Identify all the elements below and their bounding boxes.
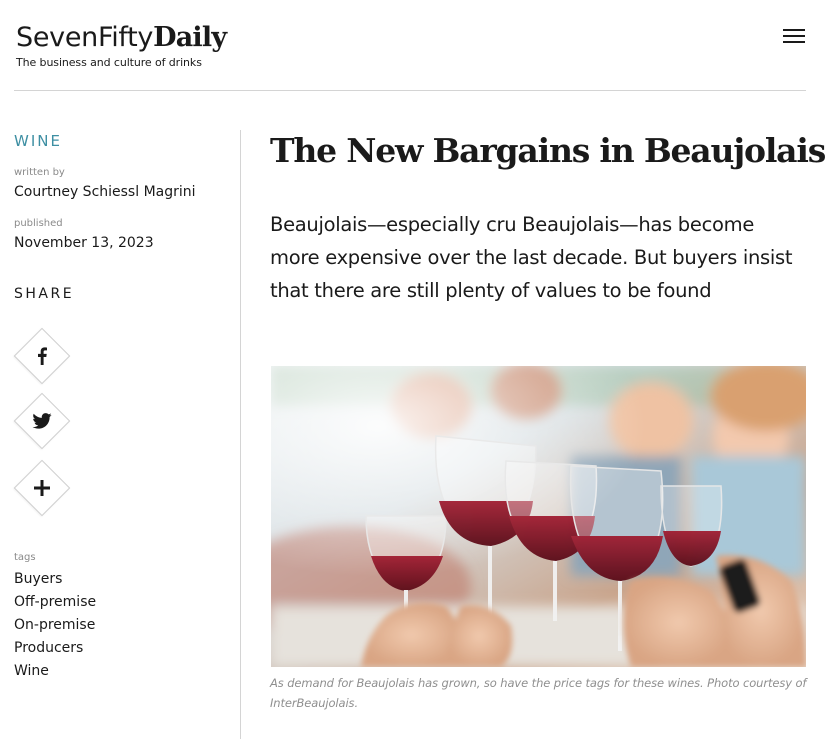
share-more-button[interactable] [13, 459, 71, 517]
tag-link[interactable]: Off-premise [14, 593, 96, 616]
tag-link[interactable]: Producers [14, 639, 96, 662]
share-twitter-button[interactable] [13, 392, 71, 450]
share-heading: SHARE [14, 286, 75, 302]
menu-bar [783, 41, 805, 43]
tag-link[interactable]: On-premise [14, 616, 96, 639]
tags-list: Buyers Off-premise On-premise Producers … [14, 570, 96, 685]
hamburger-menu-icon[interactable] [780, 26, 808, 46]
sidebar-divider [240, 130, 241, 739]
header-divider [14, 90, 806, 91]
twitter-icon [20, 399, 64, 443]
article-dek: Beaujolais—especially cru Beaujolais—has… [270, 213, 793, 302]
menu-bar [783, 35, 805, 37]
site-header: SevenFifty Daily The business and culture… [0, 0, 832, 91]
tag-link[interactable]: Wine [14, 662, 96, 685]
share-facebook-button[interactable] [13, 327, 71, 385]
published-date: November 13, 2023 [14, 235, 154, 251]
category-link[interactable]: WINE [14, 132, 234, 150]
facebook-icon [20, 334, 64, 378]
logo-tagline: The business and culture of drinks [16, 56, 202, 69]
logo-wordmark: SevenFifty Daily [16, 22, 227, 53]
wine-toast-photo [271, 366, 806, 667]
tags-label: tags [14, 552, 36, 563]
hero-image [271, 366, 806, 667]
author-name[interactable]: Courtney Schiessl Magrini [14, 184, 196, 200]
article-main: The New Bargains in Beaujolais Beaujolai… [270, 130, 826, 302]
image-caption: As demand for Beaujolais has grown, so h… [270, 676, 807, 710]
logo-text-light: SevenFifty [16, 22, 154, 53]
logo-text-bold: Daily [153, 22, 227, 53]
plus-icon [20, 466, 64, 510]
menu-bar [783, 29, 805, 31]
article-title: The New Bargains in Beaujolais [270, 131, 826, 170]
site-logo[interactable]: SevenFifty Daily The business and culture… [16, 22, 227, 69]
author-label: written by [14, 167, 65, 178]
published-label: published [14, 218, 63, 229]
article-sidebar: WINE written by Courtney Schiessl Magrin… [13, 130, 234, 679]
tag-link[interactable]: Buyers [14, 570, 96, 593]
